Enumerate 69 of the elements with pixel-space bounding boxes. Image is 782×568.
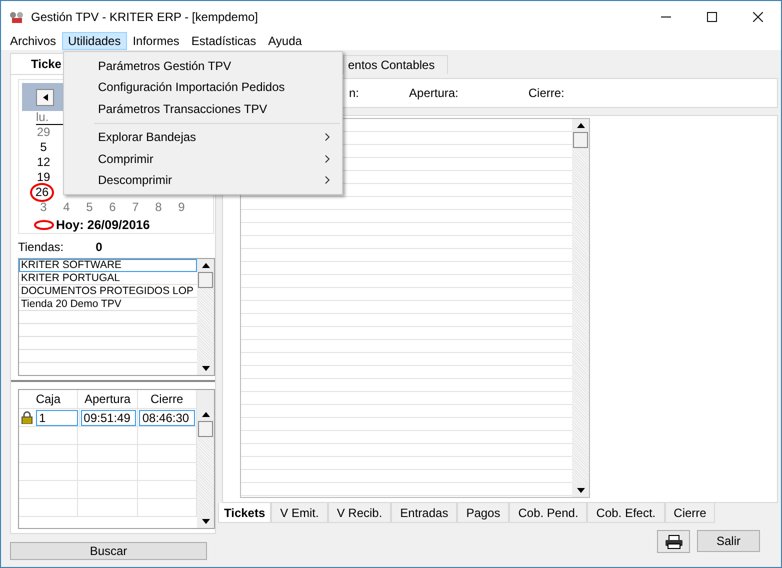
exit-button[interactable]: Salir	[697, 530, 760, 552]
menu-item[interactable]: Descomprimir	[64, 170, 342, 191]
menu-item[interactable]: Utilidades	[62, 32, 127, 50]
menu-item[interactable]: Configuración Importación Pedidos	[64, 76, 342, 98]
menu-item[interactable]: Archivos	[4, 32, 62, 50]
calendar-day[interactable]: 12	[32, 155, 55, 170]
list-item[interactable]: Tienda 20 Demo TPV	[19, 298, 197, 311]
today-label: Hoy: 26/09/2016	[56, 218, 150, 232]
up-arrow-icon[interactable]	[202, 263, 210, 268]
list-item[interactable]: KRITER SOFTWARE	[19, 259, 197, 272]
tab[interactable]: Cierre	[664, 503, 716, 523]
down-arrow-icon[interactable]	[202, 366, 210, 371]
up-arrow-icon[interactable]	[202, 412, 210, 417]
down-arrow-icon[interactable]	[576, 488, 584, 493]
previous-month-button[interactable]	[36, 88, 54, 106]
calendar-day[interactable]: 26	[32, 185, 52, 200]
tab[interactable]: V Recib.	[328, 503, 392, 523]
search-button[interactable]: Buscar	[10, 542, 207, 560]
menu-item[interactable]: Parámetros Transacciones TPV	[64, 98, 342, 120]
calendar-day[interactable]: 8	[147, 200, 170, 215]
column-header: Caja	[19, 390, 78, 408]
calendar-day[interactable]: 3	[32, 200, 55, 215]
field-label: Cierre:	[528, 86, 564, 100]
down-arrow-icon[interactable]	[202, 519, 210, 524]
column-header: Apertura	[78, 390, 138, 408]
calendar-day[interactable]: 4	[55, 200, 78, 215]
menu-item[interactable]: Estadísticas	[185, 32, 262, 50]
calendar-day[interactable]: 5	[32, 140, 55, 155]
table-cell[interactable]: 08:46:30	[139, 410, 196, 426]
close-icon[interactable]	[753, 12, 763, 22]
calendar-day[interactable]: 19	[32, 170, 55, 185]
field-label: Apertura:	[409, 86, 458, 100]
scroll-thumb[interactable]	[573, 132, 588, 148]
tab[interactable]: entos Contables	[343, 55, 448, 74]
app-icon	[9, 10, 25, 24]
tab[interactable]: Cob. Efect.	[587, 503, 665, 523]
menu-item[interactable]: Ayuda	[262, 32, 308, 50]
printer-icon	[664, 534, 682, 548]
scrollbar[interactable]	[197, 259, 214, 375]
list-item[interactable]: KRITER PORTUGAL	[19, 272, 197, 285]
window-title: Gestión TPV - KRITER ERP - [kempdemo]	[31, 10, 258, 24]
stores-count: 0	[96, 240, 102, 254]
scrollbar[interactable]	[197, 390, 214, 528]
up-arrow-icon[interactable]	[576, 123, 584, 128]
calendar-day[interactable]: 6	[101, 200, 124, 215]
scroll-thumb[interactable]	[198, 421, 213, 437]
stores-label: Tiendas:	[18, 240, 64, 254]
scroll-thumb[interactable]	[198, 272, 213, 288]
table-cell[interactable]: 09:51:49	[80, 410, 136, 426]
tab[interactable]: Entradas	[391, 503, 458, 523]
table-cell[interactable]: 1	[36, 410, 78, 426]
calendar-day[interactable]: 9	[170, 200, 193, 215]
calendar-day[interactable]: 29	[32, 125, 55, 140]
calendar-day[interactable]: 5	[78, 200, 101, 215]
maximize-icon[interactable]	[707, 12, 717, 22]
tab[interactable]: Pagos	[457, 503, 510, 523]
weekday-label: lu.	[36, 110, 49, 124]
menu-item[interactable]: Explorar Bandejas	[64, 126, 342, 148]
tab[interactable]: Tickets	[218, 503, 272, 523]
print-button[interactable]	[657, 530, 690, 553]
field-label: n:	[349, 86, 360, 100]
menu-item[interactable]: Informes	[126, 32, 186, 50]
left-arrow-icon	[42, 94, 48, 100]
menu-item[interactable]: Comprimir	[64, 148, 342, 170]
today-marker-icon	[34, 220, 54, 230]
tab[interactable]: V Emit.	[271, 503, 328, 523]
tab[interactable]: Cob. Pend.	[509, 503, 588, 523]
list-item[interactable]: DOCUMENTOS PROTEGIDOS LOP	[19, 285, 197, 298]
calendar-day[interactable]: 7	[124, 200, 147, 215]
